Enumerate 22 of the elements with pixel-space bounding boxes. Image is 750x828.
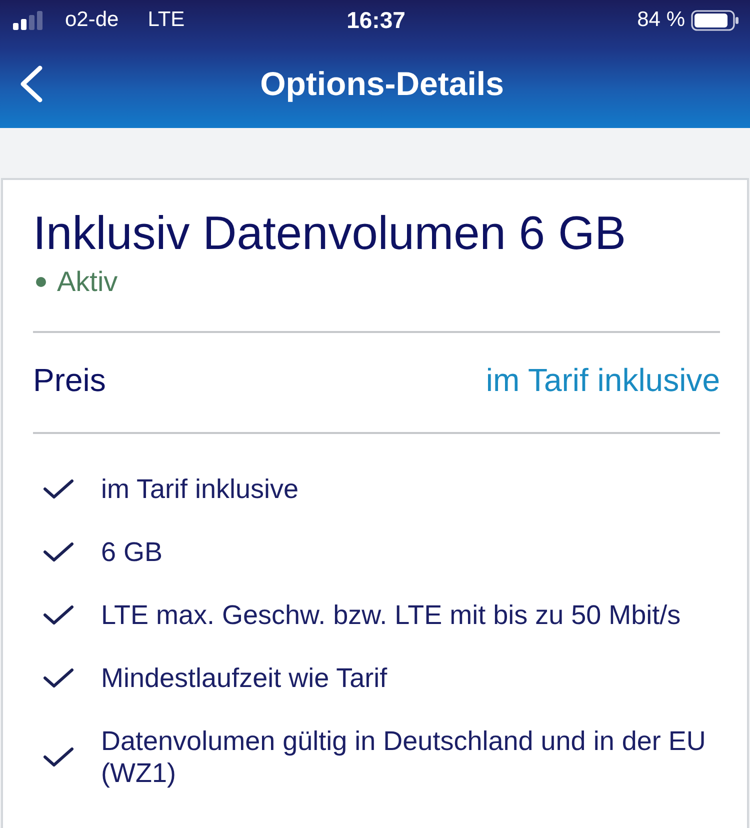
status-label: Aktiv xyxy=(57,265,118,299)
price-label: Preis xyxy=(33,361,106,399)
check-icon xyxy=(43,668,74,688)
check-icon xyxy=(43,479,74,499)
feature-text: im Tarif inklusive xyxy=(101,473,300,505)
price-value: im Tarif inklusive xyxy=(486,361,720,399)
carrier-name: o2-de xyxy=(65,8,119,32)
chevron-left-icon xyxy=(18,65,44,103)
feature-text: Datenvolumen gültig in Deutschland und in der EU (WZ1) xyxy=(101,725,707,789)
signal-icon xyxy=(13,10,45,30)
feature-text: Mindestlaufzeit wie Tarif xyxy=(101,662,388,694)
battery-icon xyxy=(691,10,739,30)
check-icon xyxy=(43,542,74,562)
option-title: Inklusiv Datenvolumen 6 GB xyxy=(33,206,628,260)
battery-percent: 84 % xyxy=(637,8,685,32)
clock-time: 16:37 xyxy=(346,7,406,33)
nav-title: Options-Details xyxy=(260,64,504,104)
check-icon xyxy=(43,605,74,625)
network-type: LTE xyxy=(148,8,185,32)
check-icon xyxy=(43,747,74,767)
feature-text: 6 GB xyxy=(101,536,164,568)
feature-text: LTE max. Geschw. bzw. LTE mit bis zu 50 Mbit/s xyxy=(101,599,682,631)
